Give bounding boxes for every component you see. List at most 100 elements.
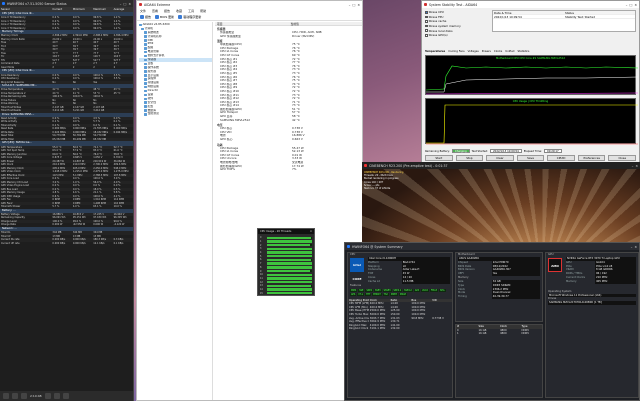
mem-kv-list: Size 32 GB Type DDR5 SDRAM Clock 2396.2 MHz Mo… [456, 279, 542, 299]
checkbox[interactable] [425, 20, 428, 23]
kv-value: 405 MHz [595, 279, 636, 284]
tree-node-icon [144, 43, 147, 46]
cine-titlebar[interactable]: CINEBENCH R23.200 (Pre-emptive test) - 0… [362, 162, 640, 169]
op-row: Ring/LLC Clock 3191.1 MHz x32.00 [348, 327, 452, 331]
cine-app-icon [364, 164, 367, 167]
col-value-header[interactable]: 当前值 [289, 22, 363, 26]
reset-icon[interactable] [53, 393, 60, 399]
stab-titlebar[interactable]: System Stability Test - AIDA64 – □ × [422, 1, 639, 8]
column-header[interactable]: Current [51, 8, 71, 11]
col-item-header[interactable]: 项目 [215, 22, 289, 26]
minimize-icon[interactable]: – [626, 3, 628, 7]
stab-tab[interactable]: Voltages [468, 50, 479, 54]
tree-node-icon [144, 89, 147, 93]
stab-button[interactable]: Stop [455, 155, 484, 161]
sensor-row[interactable]: Charge Rate 0.000 W -62.556 W 0.000 W -4.120… [0, 223, 133, 227]
minimize-icon[interactable]: – [349, 3, 351, 7]
thread-index: 9 [260, 269, 262, 273]
close-sensor-icon[interactable] [62, 393, 69, 399]
toolbar-button[interactable]: 报告 [140, 14, 151, 19]
stab-tab[interactable]: Clocks [494, 50, 502, 54]
stab-title: System Stability Test - AIDA64 [429, 2, 478, 7]
stab-tab[interactable]: Unified [505, 50, 514, 54]
menu-item[interactable]: 报告 [164, 9, 170, 13]
op-cell: 3191.1 MHz [369, 327, 386, 331]
prev-icon[interactable] [3, 393, 9, 399]
cpu-kv-list: Platform BGA1744 Stepping L0 Codename Alder L… [366, 260, 452, 284]
checkbox[interactable] [425, 29, 428, 32]
stab-button[interactable]: Save [516, 155, 545, 161]
cpuz-titlebar[interactable]: CPU Usage - 20 Threads × [258, 229, 314, 234]
thread-index: 15 [260, 291, 263, 295]
checkbox[interactable] [425, 11, 428, 14]
property-row[interactable]: GPU TDP% 7% [215, 168, 362, 172]
hwinfo-sensor-list[interactable]: CPU [#0]: Intel Core i9... Core 0 T0 Resi… [0, 12, 133, 245]
menu-item[interactable]: 收藏 [176, 9, 182, 13]
stab-button[interactable]: Clear [486, 155, 514, 161]
temp-line-disk [425, 92, 639, 95]
nav-tree-item[interactable]: 性能测试 [139, 112, 212, 116]
next-icon[interactable] [12, 393, 18, 399]
hwinfo-titlebar[interactable]: HWiNFO64 v7.51-5050 Sensor Status – □ × [0, 0, 133, 7]
column-header[interactable]: Minimum [72, 8, 92, 11]
clock-icon[interactable] [21, 393, 27, 399]
kv-value: Yes [491, 272, 540, 276]
close-icon[interactable]: × [635, 164, 638, 168]
settings-icon[interactable] [44, 393, 51, 399]
feature-flag: SMEP [389, 292, 398, 296]
stress-option[interactable]: Stress GPU(s) [425, 33, 489, 38]
sensor-cell: Current UP rate [1, 241, 20, 245]
stab-tab[interactable]: Statistics [517, 50, 529, 54]
minimize-icon[interactable]: – [632, 164, 634, 168]
feature-flag: SSE3 [374, 288, 382, 292]
checkbox[interactable] [425, 33, 428, 37]
thread-index: 1 [260, 240, 262, 244]
sensor-row[interactable]: Current UP rate 0.000 KB/s 0.000 KB/s 12.1 … [0, 242, 133, 246]
property-row[interactable]: GPU 核心 0.663 V [215, 138, 362, 142]
property-row[interactable]: GPU 传感器类型 Driver (NV-DRV) [215, 35, 362, 39]
maximize-icon[interactable]: □ [123, 2, 126, 6]
property-row[interactable]: SAMSUNG MZVL2512 42 °C [215, 119, 362, 123]
menu-item[interactable]: 帮助 [200, 9, 206, 13]
close-icon[interactable]: × [128, 2, 131, 6]
stab-button[interactable]: Start [425, 155, 453, 161]
toolbar-button[interactable]: BIOS 更新 [155, 14, 174, 19]
menu-item[interactable]: 文件 [140, 9, 146, 13]
checkbox[interactable] [425, 15, 428, 19]
maximize-icon[interactable]: □ [352, 3, 355, 7]
maximize-icon[interactable]: □ [629, 3, 632, 7]
minimize-icon[interactable]: – [631, 245, 633, 249]
sensor-row[interactable]: Total GPU Power 5.7 % 4.0 % 63.1 % 10.0 % [0, 205, 133, 209]
stab-tab[interactable]: Cooling Fans [448, 50, 464, 54]
column-header[interactable]: Maximum [92, 8, 112, 11]
menu-item[interactable]: 查看 [152, 9, 158, 13]
thread-bar-fill [267, 284, 312, 287]
close-icon[interactable]: × [310, 230, 312, 233]
stab-tab[interactable]: Powers [482, 50, 491, 54]
column-header[interactable]: Sensor [0, 8, 51, 11]
sensor-cell [113, 109, 133, 113]
thread-index: 11 [260, 276, 263, 280]
hsum-titlebar[interactable]: HWiNFO64 @ System Summary – × [345, 243, 639, 250]
stab-tab[interactable]: Temperatures [425, 50, 445, 54]
menu-item[interactable]: 工具 [188, 9, 194, 13]
column-header[interactable]: Average [113, 8, 133, 11]
checkbox[interactable] [425, 24, 428, 28]
usage-line-cpu [426, 104, 638, 144]
thread-bar-fill [267, 277, 312, 280]
stab-button[interactable]: Preferences [577, 155, 606, 161]
close-icon[interactable]: × [634, 3, 637, 7]
stab-button[interactable]: CPUID [547, 155, 575, 161]
property-value: 42 °C [292, 118, 300, 122]
sensor-group-rows: Total DL 344 MB 344 MB 344 MB Total UP 13 MB 1… [0, 231, 133, 245]
close-icon[interactable]: × [357, 3, 360, 7]
aida-titlebar[interactable]: AIDA64 Extreme – □ × [137, 1, 362, 8]
minimize-icon[interactable]: – [120, 2, 122, 6]
toolbar-button[interactable]: 驱动程序更新 [178, 14, 201, 19]
close-icon[interactable]: × [634, 245, 637, 249]
stab-button[interactable]: Close [608, 155, 637, 161]
hwinfo-app-icon [2, 2, 5, 5]
toolbar-icon [140, 14, 144, 19]
thread-index: 6 [260, 258, 262, 262]
operating-points-table: Operating Point Clock Ratio Bus VID CPU MFM (… [348, 298, 452, 331]
